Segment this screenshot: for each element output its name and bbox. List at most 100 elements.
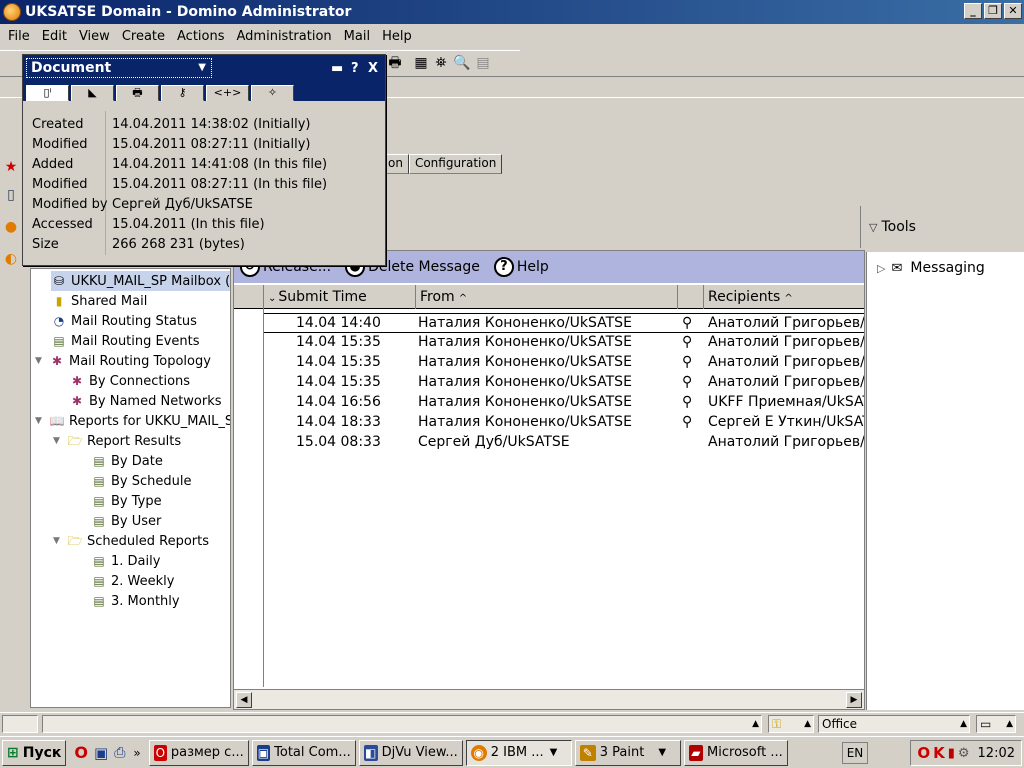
- column-header-submit-time[interactable]: ⌄ Submit Time: [264, 285, 416, 309]
- field-icon[interactable]: ◣: [71, 85, 114, 101]
- status-message-field[interactable]: ▲: [42, 714, 762, 733]
- start-button[interactable]: ⊞ Пуск: [2, 739, 67, 766]
- properties-close-button[interactable]: X: [368, 61, 378, 76]
- column-header-from[interactable]: From ^: [416, 285, 678, 309]
- spirit-icon[interactable]: ✧: [251, 85, 294, 101]
- nav-item-by-named-networks[interactable]: ✱ By Named Networks: [69, 391, 222, 411]
- tools-messaging-item[interactable]: ▷ ✉ Messaging: [877, 260, 985, 276]
- task-opera[interactable]: O размер с...: [148, 739, 249, 766]
- menu-create[interactable]: Create: [116, 29, 171, 44]
- help-action[interactable]: ? Help: [493, 257, 549, 277]
- menu-dots-icon[interactable]: ▬: [331, 61, 343, 76]
- task-microsoft[interactable]: ▰ Microsoft ...: [683, 739, 788, 766]
- menu-file[interactable]: File: [2, 29, 36, 44]
- menu-mail[interactable]: Mail: [338, 29, 376, 44]
- print-icon[interactable]: 🖶: [116, 85, 159, 101]
- scroll-left-icon[interactable]: ◀: [236, 692, 252, 708]
- nav-item-by-connections[interactable]: ✱ By Connections: [69, 371, 190, 391]
- language-indicator[interactable]: EN: [842, 742, 868, 764]
- print-toolbar-icon[interactable]: 🖶: [386, 54, 404, 72]
- menu-edit[interactable]: Edit: [36, 29, 73, 44]
- bookmark-notes-icon[interactable]: ◐: [2, 250, 20, 268]
- property-row: Added 14.04.2011 14:41:08 (In this file): [32, 157, 328, 172]
- chevron-right-icon[interactable]: ▷: [877, 262, 885, 275]
- topology-icon: ✱: [71, 374, 83, 388]
- key-status[interactable]: ⚿ ▲: [768, 714, 814, 733]
- task-ibm-lotus[interactable]: ◉ 2 IBM ... ▼: [465, 739, 572, 766]
- twisty-expanded-icon[interactable]: ▼: [53, 436, 65, 446]
- page-icon[interactable]: ▯ⁱ: [26, 85, 69, 101]
- table-row[interactable]: 14.04 18:33 Наталия Кононенко/UkSATSE ⚲ …: [264, 413, 864, 433]
- key-icon: ⚿: [772, 716, 782, 731]
- horizontal-scrollbar[interactable]: ◀ ▶: [234, 689, 864, 709]
- mail-status[interactable]: ▭ ▲: [976, 714, 1016, 733]
- column-header-recipients[interactable]: Recipients ^: [704, 285, 864, 309]
- opera-quicklaunch-icon[interactable]: O: [74, 743, 88, 762]
- table-row[interactable]: 14.04 15:35 Наталия Кононенко/UkSATSE ⚲ …: [264, 333, 864, 353]
- property-row: Modified 15.04.2011 08:27:11 (In this fi…: [32, 177, 328, 192]
- nav-item-mail-routing-topology[interactable]: ▼ ✱ Mail Routing Topology: [35, 351, 211, 371]
- nav-item-scheduled-reports[interactable]: ▼ 🗁 Scheduled Reports: [53, 531, 209, 551]
- nav-item-mailbox[interactable]: ⛁ UKKU_MAIL_SP Mailbox (: [51, 271, 230, 291]
- nav-item-by-date[interactable]: ▤ By Date: [91, 451, 163, 471]
- close-button[interactable]: ✕: [1004, 3, 1022, 19]
- table-row[interactable]: 15.04 08:33 Сергей Дуб/UkSATSE Анатолий …: [264, 433, 864, 453]
- task-djvu-viewer[interactable]: ◧ DjVu View...: [358, 739, 463, 766]
- properties-tabs: ▯ⁱ ◣ 🖶 ⚷ <+> ✧: [26, 85, 296, 101]
- column-header-selector[interactable]: [234, 285, 264, 309]
- nav-item-by-type[interactable]: ▤ By Type: [91, 491, 161, 511]
- twisty-expanded-icon[interactable]: ▼: [35, 356, 47, 366]
- table-row[interactable]: 14.04 15:35 Наталия Кононенко/UkSATSE ⚲ …: [264, 373, 864, 393]
- menu-help[interactable]: Help: [376, 29, 418, 44]
- quicklaunch-more-icon[interactable]: »: [133, 746, 140, 760]
- menu-view[interactable]: View: [73, 29, 116, 44]
- settings-tray-icon[interactable]: ⚙: [958, 746, 970, 761]
- twisty-expanded-icon[interactable]: ▼: [35, 416, 47, 426]
- restore-button[interactable]: ❐: [984, 3, 1002, 19]
- scroll-right-icon[interactable]: ▶: [846, 692, 862, 708]
- nav-item-mail-routing-events[interactable]: ▤ Mail Routing Events: [51, 331, 199, 351]
- twisty-expanded-icon[interactable]: ▼: [53, 536, 65, 546]
- table-row[interactable]: 14.04 14:40 Наталия Кононенко/UkSATSE ⚲ …: [264, 313, 864, 333]
- nav-item-daily[interactable]: ▤ 1. Daily: [91, 551, 160, 571]
- nav-item-by-schedule[interactable]: ▤ By Schedule: [91, 471, 191, 491]
- antivirus-tray-icon[interactable]: K: [933, 744, 945, 762]
- network-quicklaunch-icon[interactable]: ⎙: [114, 745, 125, 761]
- bookmark-databases-icon[interactable]: ▯: [2, 186, 20, 204]
- nav-item-by-user[interactable]: ▤ By User: [91, 511, 161, 531]
- task-total-commander[interactable]: ▣ Total Com...: [251, 739, 356, 766]
- battery-tray-icon[interactable]: ▮: [948, 746, 955, 761]
- table-row[interactable]: 14.04 16:56 Наталия Кононенко/UkSATSE ⚲ …: [264, 393, 864, 413]
- nav-item-mail-routing-status[interactable]: ◔ Mail Routing Status: [51, 311, 197, 331]
- key-icon[interactable]: ⚷: [161, 85, 204, 101]
- nav-item-monthly[interactable]: ▤ 3. Monthly: [91, 591, 179, 611]
- search-icon[interactable]: 🔍: [453, 54, 471, 72]
- properties-toolbar-icon[interactable]: ▦: [412, 54, 430, 72]
- selection-margin[interactable]: [234, 309, 264, 687]
- minimize-button[interactable]: _: [964, 3, 982, 19]
- menu-administration[interactable]: Administration: [231, 29, 338, 44]
- save-quicklaunch-icon[interactable]: ▣: [94, 744, 108, 762]
- properties-help-button[interactable]: ?: [351, 61, 359, 76]
- nav-item-reports[interactable]: ▼ 📖 Reports for UKKU_MAIL_S: [35, 411, 230, 431]
- nav-item-shared-mail[interactable]: ▮ Shared Mail: [51, 291, 148, 311]
- binoculars-icon[interactable]: ⛯: [432, 54, 450, 72]
- properties-selector[interactable]: Document ▼: [26, 58, 212, 78]
- document-toolbar-icon[interactable]: ▤: [474, 54, 492, 72]
- table-row[interactable]: 14.04 15:35 Наталия Кононенко/UkSATSE ⚲ …: [264, 353, 864, 373]
- bookmark-domino-icon[interactable]: ●: [2, 218, 20, 236]
- nav-item-report-results[interactable]: ▼ 🗁 Report Results: [53, 431, 181, 451]
- opera-tray-icon[interactable]: O: [917, 744, 930, 762]
- status-up-arrow-icon[interactable]: ▲: [752, 716, 759, 732]
- nav-item-weekly[interactable]: ▤ 2. Weekly: [91, 571, 174, 591]
- tools-header[interactable]: ▽ Tools: [860, 206, 1024, 248]
- title-bar: UKSATSE Domain - Domino Administrator _ …: [0, 0, 1024, 24]
- messaging-label: Messaging: [910, 260, 985, 276]
- task-paint[interactable]: ✎ 3 Paint ▼: [574, 739, 681, 766]
- menu-actions[interactable]: Actions: [171, 29, 231, 44]
- code-icon[interactable]: <+>: [206, 85, 249, 101]
- bookmark-favorites-icon[interactable]: ★: [2, 158, 20, 176]
- clock[interactable]: 12:02: [978, 746, 1015, 761]
- tab-configuration[interactable]: Configuration: [408, 154, 503, 174]
- location-selector[interactable]: Office ▲: [818, 714, 970, 733]
